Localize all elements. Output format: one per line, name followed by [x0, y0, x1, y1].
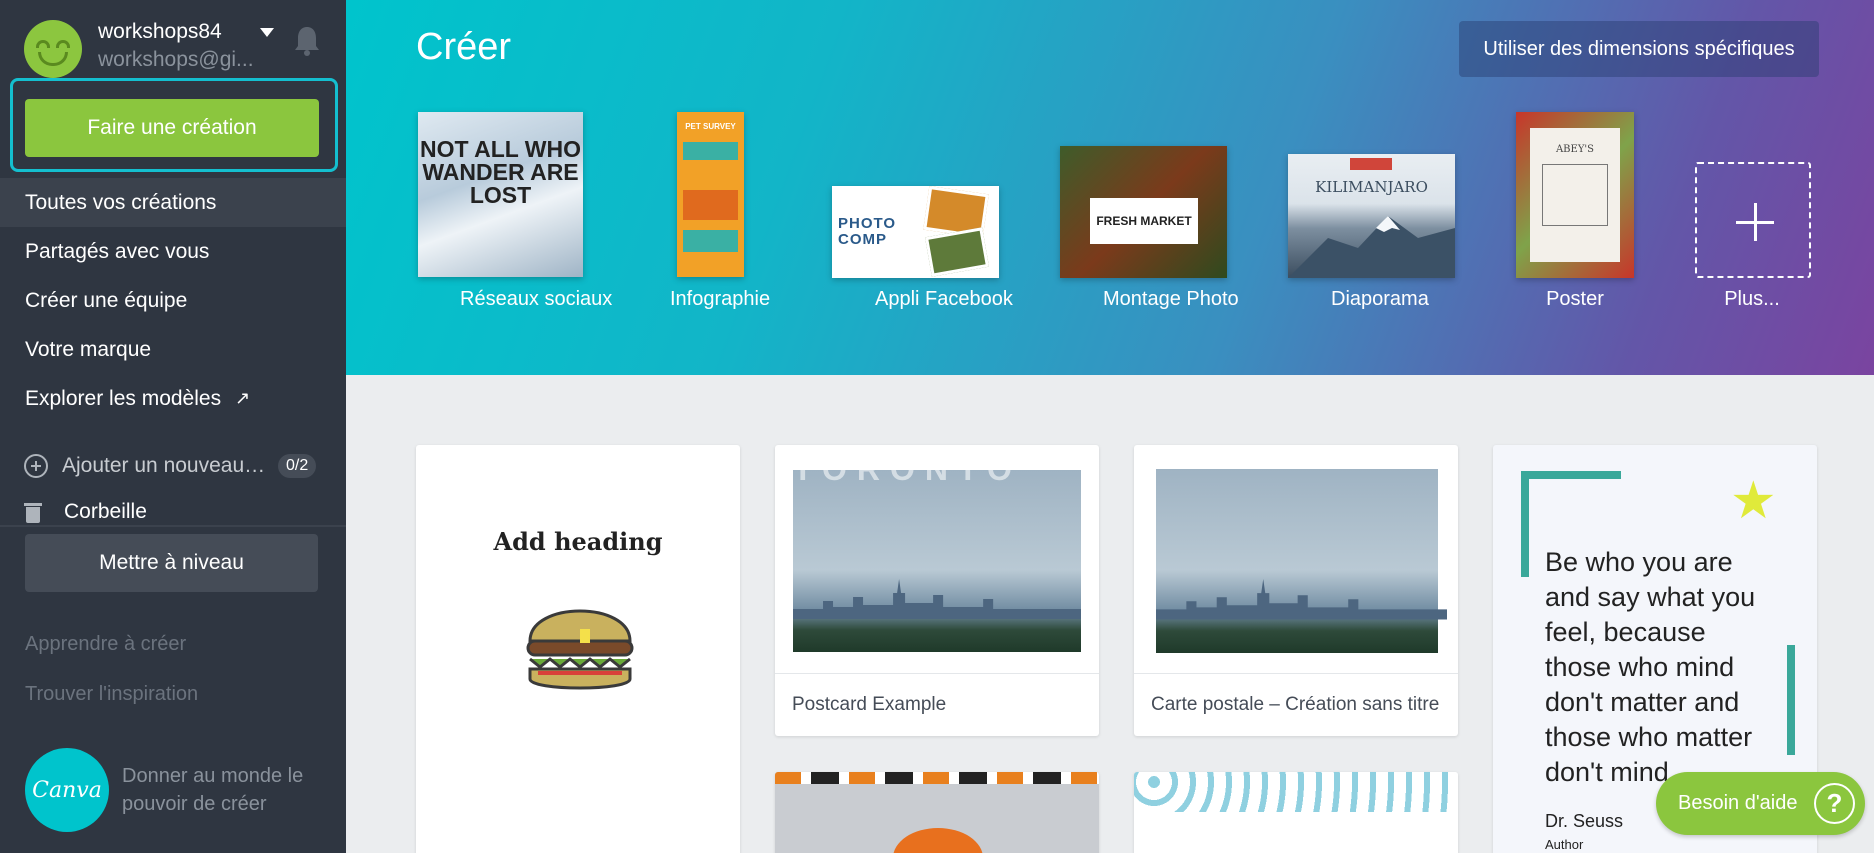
template-slideshow-thumb[interactable]: KILIMANJARO: [1288, 154, 1455, 278]
city-photo: [793, 470, 1082, 652]
sidebar-divider: [0, 525, 346, 527]
design-title: Postcard Example: [792, 694, 947, 715]
sidebar-item-label: Créer une équipe: [25, 288, 188, 312]
sidebar-item-label: Explorer les modèles: [25, 386, 222, 410]
template-label: Montage Photo: [1103, 288, 1239, 310]
chevron-down-icon[interactable]: [260, 28, 274, 37]
avatar-eye-right: [56, 40, 70, 48]
pumpkin-graphic: [893, 828, 983, 853]
template-thumb-text: KILIMANJARO: [1315, 178, 1428, 196]
template-thumb-text: FRESH MARKET: [1090, 198, 1198, 244]
bell-icon[interactable]: [292, 24, 322, 58]
template-label: Plus...: [1724, 288, 1780, 310]
quote-text: Be who you are and say what you feel, be…: [1545, 547, 1756, 787]
sidebar-item-label: Toutes vos créations: [25, 190, 217, 214]
design-card-heading[interactable]: Add heading: [416, 445, 740, 853]
design-heading-text: Add heading: [493, 527, 663, 556]
question-icon: ?: [1814, 783, 1855, 824]
template-label: Poster: [1546, 288, 1604, 310]
upgrade-button[interactable]: Mettre à niveau: [25, 534, 318, 592]
external-link-icon: ↗: [235, 388, 251, 408]
avatar-eye-left: [36, 40, 50, 48]
postcard-overlay-text: TORONTO: [793, 451, 1022, 487]
sidebar: workshops84 workshops@gi... Faire une cr…: [0, 0, 366, 853]
sidebar-item-explore-templates[interactable]: Explorer les modèles ↗: [0, 374, 346, 423]
username: workshops84: [98, 20, 222, 43]
sidebar-item-create-team[interactable]: Créer une équipe: [0, 276, 346, 325]
create-button-focus-ring: Faire une création: [10, 78, 338, 172]
template-label: Infographie: [670, 288, 771, 310]
avatar[interactable]: [24, 20, 82, 78]
canva-logo[interactable]: Canva: [25, 748, 109, 832]
quote-author: Dr. Seuss: [1545, 811, 1624, 831]
add-team-label: Ajouter un nouveau d...: [62, 454, 268, 477]
sidebar-item-label: Partagés avec vous: [25, 239, 210, 263]
design-card-halloween[interactable]: [775, 772, 1099, 853]
page-title: Créer: [416, 26, 512, 68]
sidebar-item-shared[interactable]: Partagés avec vous: [0, 227, 346, 276]
sidebar-item-all-designs[interactable]: Toutes vos créations: [0, 178, 366, 227]
add-team-member[interactable]: Ajouter un nouveau d... 0/2: [24, 452, 324, 480]
tagline: Donner au monde le pouvoir de créer: [122, 765, 304, 815]
mountain-graphic: [1288, 216, 1455, 278]
create-design-button[interactable]: Faire une création: [25, 99, 319, 157]
template-infographic-thumb[interactable]: PET SURVEY: [677, 112, 744, 277]
stripe-accent: [1787, 645, 1795, 755]
skyline-graphic: [793, 579, 1082, 620]
sidebar-item-label: Votre marque: [25, 337, 152, 361]
team-count-badge: 0/2: [278, 454, 317, 478]
template-label: Diaporama: [1331, 288, 1429, 310]
bone-border: [775, 772, 1099, 784]
floral-pattern: [1134, 772, 1458, 812]
help-button[interactable]: Besoin d'aide ?: [1656, 772, 1865, 835]
trash-label: Corbeille: [64, 500, 147, 523]
learn-link[interactable]: Apprendre à créer: [25, 633, 186, 656]
more-templates-plus-icon[interactable]: [1695, 162, 1811, 278]
sidebar-item-trash[interactable]: Corbeille: [24, 500, 147, 524]
city-photo: [1156, 469, 1448, 653]
template-thumb-text: PHOTO COMP: [838, 215, 897, 248]
template-thumb-text: NOT ALL WHO WANDER ARE LOST: [420, 136, 581, 208]
sidebar-item-brand[interactable]: Votre marque: [0, 325, 346, 374]
template-thumb-text: PET SURVEY: [685, 122, 736, 131]
template-thumb-text: ABEY'S: [1555, 144, 1595, 155]
trash-icon: [24, 501, 42, 523]
avatar-mouth: [38, 52, 68, 66]
design-card-floral[interactable]: [1134, 772, 1458, 853]
template-photo-collage-thumb[interactable]: FRESH MARKET: [1060, 146, 1227, 278]
sidebar-nav: Toutes vos créations Partagés avec vous …: [0, 178, 366, 423]
template-poster-thumb[interactable]: ABEY'S: [1516, 112, 1634, 278]
skyline-graphic: [1156, 579, 1448, 620]
plus-circle-icon: [24, 454, 48, 478]
create-banner: Créer Utiliser des dimensions spécifique…: [346, 0, 1874, 375]
template-label: Réseaux sociaux: [460, 288, 613, 310]
user-menu[interactable]: workshops84 workshops@gi...: [24, 20, 334, 78]
help-label: Besoin d'aide: [1678, 792, 1798, 814]
design-title: Carte postale – Création sans titre: [1151, 694, 1440, 715]
star-icon: ★: [1730, 472, 1777, 530]
template-label: Appli Facebook: [875, 288, 1013, 310]
design-card-postcard-example[interactable]: TORONTO Postcard Example: [775, 445, 1099, 736]
user-email: workshops@gi...: [98, 48, 254, 71]
design-card-postcard-untitled[interactable]: Carte postale – Création sans titre: [1134, 445, 1458, 736]
inspiration-link[interactable]: Trouver l'inspiration: [25, 683, 198, 706]
template-facebook-app-thumb[interactable]: PHOTO COMP: [832, 186, 999, 278]
template-social-thumb[interactable]: NOT ALL WHO WANDER ARE LOST: [418, 112, 583, 277]
quote-role: Author: [1545, 837, 1584, 852]
burger-icon: [526, 609, 634, 690]
custom-dimensions-button[interactable]: Utiliser des dimensions spécifiques: [1459, 21, 1819, 77]
